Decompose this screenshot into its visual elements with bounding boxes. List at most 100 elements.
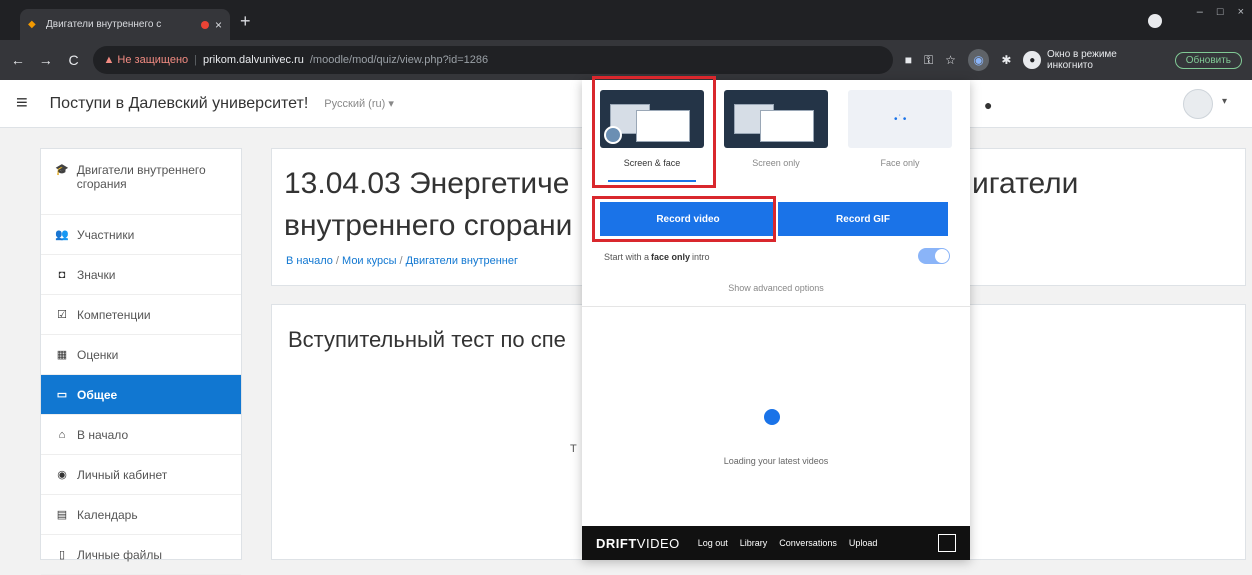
extensions-puzzle-icon[interactable]: ✱ [1001, 53, 1011, 67]
sidebar-item-grades[interactable]: ▦ Оценки [41, 335, 241, 375]
sidebar-item-competencies[interactable]: ☑ Компетенции [41, 295, 241, 335]
screen-only-thumbnail [724, 90, 828, 148]
expand-icon[interactable] [938, 534, 956, 552]
sidebar-item-label: Двигатели внутреннего сгорания [76, 163, 206, 191]
page-title-right-fragment: игатели [972, 167, 1079, 200]
minimize-button[interactable]: – [1197, 6, 1203, 18]
sidebar-item-label: В начало [77, 427, 129, 442]
sidebar-item-label: Личный кабинет [77, 467, 168, 482]
folder-icon: ▭ [56, 389, 68, 401]
sidebar-item-dashboard[interactable]: ◉ Личный кабинет [41, 455, 241, 495]
incognito-icon: ● [1023, 51, 1042, 69]
breadcrumb-course-link[interactable]: Двигатели внутреннег [406, 255, 518, 267]
drift-extension-icon[interactable]: ◉ [967, 49, 990, 71]
browser-tab-bar: ◆ Двигатели внутреннего с × + – □ × [0, 0, 1252, 40]
incognito-indicator[interactable]: ● Окно в режиме инкогнито [1023, 49, 1162, 71]
maximize-button[interactable]: □ [1217, 6, 1224, 18]
home-icon: ⌂ [58, 428, 66, 441]
star-icon[interactable]: ☆ [945, 53, 956, 67]
sidebar-item-label: Личные файлы [77, 547, 162, 562]
language-selector[interactable]: Русский (ru) ▾ [324, 97, 394, 110]
browser-toolbar: ← → C ▲ Не защищено | prikom.dalvunivec.… [0, 40, 1252, 80]
close-window-button[interactable]: × [1238, 6, 1244, 18]
mode-screen-and-face[interactable]: Screen & face [596, 86, 708, 186]
sidebar-item-participants[interactable]: 👥 Участники [41, 215, 241, 255]
sidebar-item-label: Общее [77, 387, 118, 402]
drift-video-popup: Screen & face Screen only •˙• Face only … [582, 76, 970, 560]
toolbar-icons: ■ ⚿ ☆ ◉ ✱ ● Окно в режиме инкогнито Обно… [905, 49, 1243, 71]
sidebar-item-course[interactable]: 🎓 Двигатели внутреннего сгорания [41, 149, 241, 215]
mode-screen-only[interactable]: Screen only [720, 86, 832, 186]
screen-and-face-thumbnail [600, 90, 704, 148]
selected-mode-underline [608, 180, 696, 182]
sidebar-item-label: Оценки [77, 347, 119, 362]
users-icon: 👥 [55, 229, 69, 241]
breadcrumb-home-link[interactable]: В начало [286, 255, 333, 267]
record-video-button[interactable]: Record video [600, 202, 776, 236]
sidebar-item-label: Компетенции [77, 307, 151, 322]
drift-video-logo: DRIFTVIDEO [596, 535, 680, 551]
avatar[interactable] [1183, 89, 1213, 119]
messages-icon[interactable]: ● [984, 97, 992, 113]
reload-button[interactable]: C [66, 52, 82, 68]
profile-icon[interactable] [1148, 14, 1162, 28]
divider [582, 306, 970, 307]
moodle-favicon-icon: ◆ [28, 18, 36, 30]
record-mode-selector: Screen & face Screen only •˙• Face only [594, 86, 958, 198]
sidebar-item-label: Значки [77, 267, 116, 282]
loading-status: Loading your latest videos [723, 456, 829, 466]
file-icon: ▯ [58, 549, 66, 561]
quiz-text-fragment: Т [570, 443, 577, 455]
footer-links: Log out Library Conversations Upload [698, 538, 878, 548]
loading-spinner-icon [764, 409, 780, 425]
face-intro-option: Start with a face only intro [604, 248, 950, 266]
security-warning[interactable]: ▲ Не защищено [103, 54, 188, 66]
mode-label: Screen only [752, 158, 800, 168]
sidebar-item-calendar[interactable]: ▤ Календарь [41, 495, 241, 535]
page-title-line2: внутреннего сгорани [284, 209, 573, 242]
badge-icon: ◘ [58, 268, 66, 281]
back-button[interactable]: ← [10, 52, 26, 68]
recording-indicator-icon [200, 20, 209, 29]
sidebar-item-general[interactable]: ▭ Общее [41, 375, 241, 415]
face-intro-toggle[interactable] [918, 248, 950, 264]
tab-close-icon[interactable]: × [215, 18, 222, 32]
quiz-title: Вступительный тест по спе [288, 327, 566, 352]
mode-face-only[interactable]: •˙• Face only [844, 86, 956, 186]
tab-title: Двигатели внутреннего с [46, 19, 162, 30]
logout-link[interactable]: Log out [698, 538, 728, 548]
dashboard-icon: ◉ [57, 469, 67, 481]
browser-tab[interactable]: ◆ Двигатели внутреннего с × [20, 9, 230, 40]
face-only-thumbnail: •˙• [848, 90, 952, 148]
menu-icon[interactable]: ≡ [16, 92, 28, 115]
breadcrumb: В начало / Мои курсы / Двигатели внутрен… [286, 255, 518, 267]
checkbox-icon: ☑ [57, 309, 67, 321]
face-bubble-icon [604, 126, 622, 144]
advanced-options-link[interactable]: Show advanced options [582, 283, 970, 293]
breadcrumb-my-courses-link[interactable]: Мои курсы [342, 255, 396, 267]
sidebar-item-home[interactable]: ⌂ В начало [41, 415, 241, 455]
forward-button[interactable]: → [38, 52, 54, 68]
conversations-link[interactable]: Conversations [779, 538, 837, 548]
record-gif-button[interactable]: Record GIF [778, 202, 948, 236]
face-dots-icon: •˙• [894, 114, 908, 125]
upload-link[interactable]: Upload [849, 538, 878, 548]
chevron-down-icon[interactable]: ▾ [1222, 96, 1227, 107]
graduation-cap-icon: 🎓 [55, 164, 69, 176]
calendar-icon: ▤ [56, 509, 68, 521]
window-controls: – □ × [1197, 0, 1244, 18]
page-title: 13.04.03 Энергетиче [284, 167, 570, 200]
sidebar-item-private-files[interactable]: ▯ Личные файлы [41, 535, 241, 575]
url-host: prikom.dalvunivec.ru [203, 54, 304, 66]
key-icon[interactable]: ⚿ [924, 53, 933, 68]
new-tab-button[interactable]: + [240, 12, 251, 30]
sidebar-item-badges[interactable]: ◘ Значки [41, 255, 241, 295]
site-name[interactable]: Поступи в Далевский университет! [50, 95, 309, 113]
course-sidebar: 🎓 Двигатели внутреннего сгорания 👥 Участ… [40, 148, 242, 575]
camera-icon[interactable]: ■ [905, 53, 912, 67]
library-link[interactable]: Library [740, 538, 768, 548]
update-button[interactable]: Обновить [1174, 51, 1243, 69]
url-path: /moodle/mod/quiz/view.php?id=1286 [309, 54, 489, 66]
address-bar[interactable]: ▲ Не защищено | prikom.dalvunivec.ru/moo… [93, 46, 893, 74]
sidebar-item-label: Календарь [77, 507, 138, 522]
